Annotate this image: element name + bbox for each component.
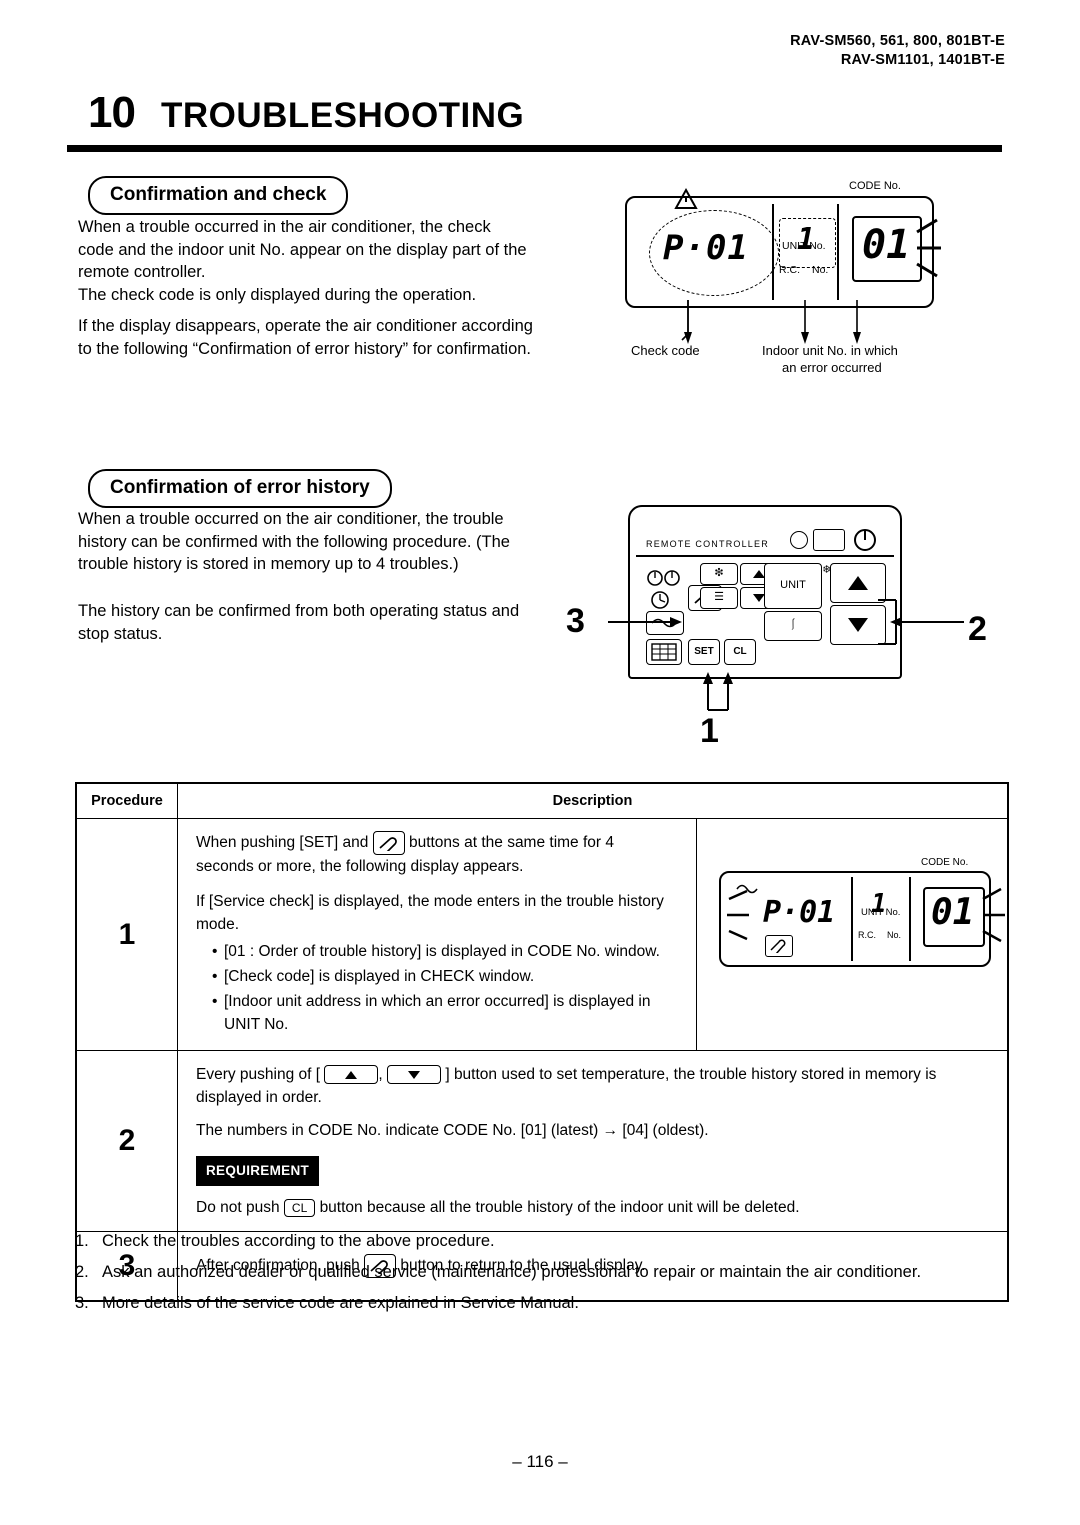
table-header-procedure: Procedure	[91, 793, 163, 809]
footer-note-number-2: 2.	[75, 1263, 89, 1281]
step1-text-a: When pushing [SET] and	[196, 834, 369, 852]
step2-text-2: The numbers in CODE No. indicate CODE No…	[196, 1122, 709, 1139]
code-no-value: 01	[862, 222, 911, 268]
chapter-title: TROUBLESHOOTING	[160, 96, 525, 135]
footer-note-number-3: 3.	[75, 1294, 89, 1312]
step1-bullets: [01 : Order of trouble history] is displ…	[196, 940, 682, 1036]
cl-key-icon: CL	[283, 1198, 316, 1217]
caption-indoor-unit-line2: an error occurred	[782, 360, 882, 375]
requirement-badge: REQUIREMENT	[196, 1156, 320, 1186]
section1-paragraph-2: The check code is only displayed during …	[78, 286, 477, 304]
step-number-2: 2	[118, 1124, 136, 1157]
warning-triangle-icon	[619, 192, 659, 216]
unit-no-value: 1	[797, 222, 816, 257]
code-no-box: 01	[852, 216, 922, 282]
procedure-table: Procedure Description 1 When pushing [SE…	[75, 782, 1009, 1302]
wrench-key-icon	[372, 831, 405, 855]
step-number-cell-2: 2	[77, 1051, 178, 1231]
section1-paragraph-3: If the display disappears, operate the a…	[78, 317, 533, 358]
chapter-number: 10	[88, 88, 136, 137]
step1-filter-icon	[736, 884, 758, 894]
power-icon	[854, 529, 876, 551]
step1-bullet-1: [01 : Order of trouble history] is displ…	[212, 940, 682, 963]
step1-text-2: If [Service check] is displayed, the mod…	[196, 893, 664, 933]
step1-text-c: seconds or more, the following display a…	[196, 858, 524, 875]
page-title: 10 TROUBLESHOOTING	[88, 88, 1000, 138]
footer-notes: 1. Check the troubles according to the a…	[75, 1226, 1015, 1319]
code-no-label: CODE No.	[849, 180, 901, 192]
step-number-cell-1: 1	[77, 819, 178, 1050]
section1-paragraph-1: When a trouble occurred in the air condi…	[78, 218, 527, 281]
model-line-2: RAV-SM1101, 1401BT-E	[840, 52, 1005, 68]
step2-text-c: ] button used to set temperature, the tr…	[445, 1066, 937, 1083]
step1-code-value: 01	[931, 892, 975, 933]
footer-note-item: 1. Check the troubles according to the a…	[75, 1226, 1015, 1257]
caption-check-code: Check code	[631, 343, 700, 358]
remote-controller-title: REMOTE CONTROLLER	[646, 539, 769, 549]
step1-code-box: 01	[923, 887, 985, 947]
table-header-description: Description	[552, 793, 633, 809]
step1-wrench-indicator-icon	[765, 935, 793, 957]
table-header-procedure-cell: Procedure	[77, 784, 178, 818]
temp-down-key-icon	[387, 1065, 442, 1085]
flash-rays-icon	[916, 218, 941, 278]
lcd-display-illustration: P·01 UNIT No. R.C. No. 1 CODE No. 01	[625, 180, 941, 308]
step2-text-b: ,	[378, 1066, 383, 1083]
step1-right-rays-icon	[982, 887, 1005, 943]
model-header: RAV-SM560, 561, 800, 801BT-E RAV-SM1101,…	[790, 32, 1005, 70]
step2-text-d: displayed in order.	[196, 1089, 322, 1106]
footer-note-text-2: Ask an authorized dealer or qualified se…	[102, 1263, 922, 1281]
footer-note-item: 2. Ask an authorized dealer or qualified…	[75, 1257, 1015, 1288]
section-heading-confirmation-and-check: Confirmation and check	[88, 176, 349, 215]
table-row: 2 Every pushing of [ , ] button used to …	[77, 1050, 1007, 1231]
alert-triangle-icon	[674, 187, 698, 209]
step1-code-no-label: CODE No.	[921, 857, 969, 868]
page: RAV-SM560, 561, 800, 801BT-E RAV-SM1101,…	[0, 0, 1080, 1525]
step1-check-code-value: P·01	[763, 895, 836, 930]
step1-text-b: buttons at the same time for 4	[408, 834, 615, 852]
table-header-row: Procedure Description	[77, 784, 1007, 818]
step-description-cell-2: Every pushing of [ , ] button used to se…	[178, 1051, 1007, 1231]
temp-up-key-icon	[324, 1065, 379, 1085]
step1-lcd-display: P·01 UNIT No. R.C. No. 1 CODE No. 01	[719, 857, 1005, 967]
step1-unit-value: 1	[871, 889, 887, 919]
section2-paragraph-1: When a trouble occurred on the air condi…	[78, 510, 510, 573]
step1-bullet-3: [Indoor unit address in which an error o…	[212, 990, 682, 1036]
table-header-description-cell: Description	[178, 784, 1007, 818]
table-row: 1 When pushing [SET] and buttons at the …	[77, 818, 1007, 1050]
step2-req-b: button because all the trouble history o…	[319, 1199, 800, 1216]
model-line-1: RAV-SM560, 561, 800, 801BT-E	[790, 33, 1005, 49]
step1-rc-label: R.C.	[858, 930, 876, 940]
section2-paragraph-2: The history can be confirmed from both o…	[78, 602, 520, 643]
callout-leader-lines	[608, 599, 964, 711]
step-number-1: 1	[118, 917, 136, 951]
check-code-value: P·01	[663, 228, 749, 268]
step1-no-label: No.	[887, 930, 902, 940]
step2-text-a: Every pushing of [	[196, 1066, 321, 1083]
step-description-cell-1: When pushing [SET] and buttons at the sa…	[178, 819, 1007, 1050]
step1-bullet-2: [Check code] is displayed in CHECK windo…	[212, 965, 682, 988]
indicator-lamp-icon	[790, 531, 808, 549]
step2-text: Every pushing of [ , ] button used to se…	[178, 1051, 1007, 1231]
step2-req-a: Do not push	[196, 1199, 280, 1216]
footer-note-text-3: More details of the service code are exp…	[102, 1294, 579, 1312]
footer-note-item: 3. More details of the service code are …	[75, 1288, 1015, 1319]
footer-note-number-1: 1.	[75, 1232, 89, 1250]
section-heading-confirmation-of-error-history: Confirmation of error history	[88, 469, 392, 508]
caption-indoor-unit-line1: Indoor unit No. in which	[762, 343, 898, 358]
title-divider	[67, 145, 1002, 152]
footer-note-text-1: Check the troubles according to the abov…	[102, 1232, 495, 1250]
page-number: – 116 –	[512, 1452, 568, 1471]
dot-matrix-icon	[813, 529, 845, 551]
step1-display-illustration-cell: P·01 UNIT No. R.C. No. 1 CODE No. 01	[697, 819, 1007, 1050]
step1-text: When pushing [SET] and buttons at the sa…	[178, 819, 696, 1050]
